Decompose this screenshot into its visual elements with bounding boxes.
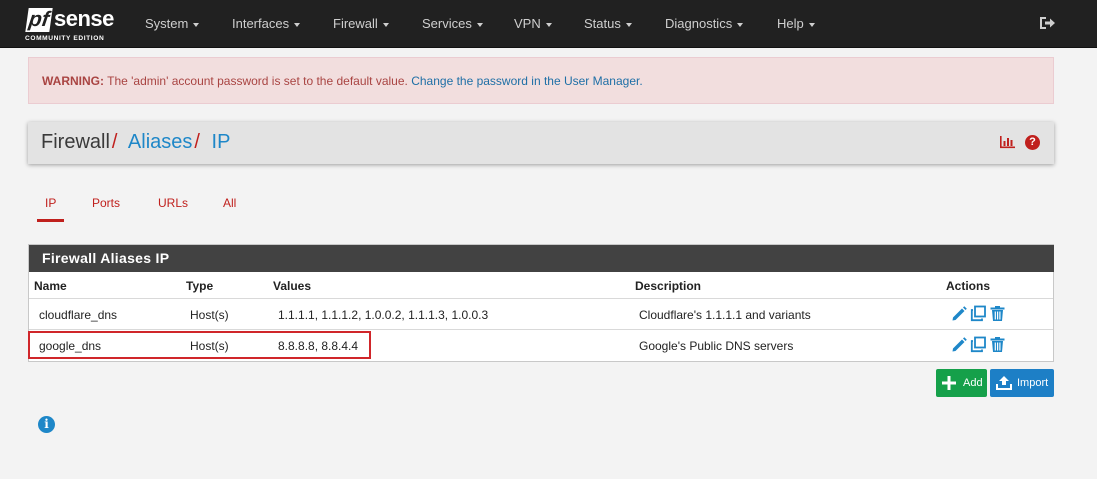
caret-down-icon	[737, 22, 744, 27]
nav-interfaces[interactable]: Interfaces	[232, 16, 301, 32]
warning-message: The 'admin' account password is set to t…	[104, 74, 412, 88]
edit-pencil-icon[interactable]	[951, 305, 968, 322]
nav-firewall[interactable]: Firewall	[333, 16, 389, 32]
table-row[interactable]: cloudflare_dns Host(s) 1.1.1.1, 1.1.1.2,…	[29, 298, 1053, 329]
logout-icon[interactable]	[1038, 14, 1056, 32]
nav-diagnostics[interactable]: Diagnostics	[665, 16, 744, 32]
row-actions	[951, 336, 1007, 354]
table-row[interactable]: google_dns Host(s) 8.8.8.8, 8.8.4.4 Goog…	[28, 329, 1053, 360]
change-password-link[interactable]: Change the password in the User Manager.	[411, 74, 642, 88]
nav-help[interactable]: Help	[777, 16, 815, 32]
nav-status[interactable]: Status	[584, 16, 632, 32]
breadcrumb-ip[interactable]: IP	[212, 131, 231, 153]
copy-icon[interactable]	[970, 305, 987, 322]
logo-sense-text: sense	[54, 6, 114, 31]
breadcrumb-separator: /	[111, 131, 118, 153]
breadcrumb-panel: Firewall / Aliases / IP ?	[28, 122, 1054, 164]
info-icon[interactable]: i	[38, 416, 55, 433]
upload-icon	[996, 376, 1012, 390]
logo-pf-text: pf	[25, 8, 53, 32]
nav-services[interactable]: Services	[422, 16, 483, 32]
warning-label: WARNING:	[42, 74, 104, 88]
tab-all[interactable]: All	[223, 187, 236, 219]
edit-pencil-icon[interactable]	[951, 336, 968, 353]
add-button-label: Add	[963, 377, 983, 389]
alias-type: Host(s)	[190, 308, 229, 322]
pfsense-logo[interactable]: pf sense COMMUNITY EDITION	[25, 5, 121, 45]
row-actions	[951, 305, 1007, 323]
caret-down-icon	[476, 22, 483, 27]
bar-chart-icon[interactable]	[999, 135, 1016, 149]
alias-name: cloudflare_dns	[39, 308, 118, 322]
alias-values: 8.8.8.8, 8.8.4.4	[278, 339, 359, 353]
column-header-type: Type	[186, 279, 214, 293]
alias-tabs: IP Ports URLs All	[28, 187, 328, 225]
breadcrumb-firewall: Firewall	[41, 131, 110, 153]
nav-vpn-label: VPN	[514, 16, 541, 31]
nav-interfaces-label: Interfaces	[232, 16, 290, 31]
breadcrumb-aliases[interactable]: Aliases	[128, 131, 192, 153]
column-header-values: Values	[273, 279, 312, 293]
nav-help-label: Help	[777, 16, 804, 31]
logo-mark: pf sense	[25, 7, 121, 33]
breadcrumb-separator: /	[194, 131, 200, 153]
aliases-table-panel: Firewall Aliases IP Name Type Values Des…	[28, 244, 1054, 362]
nav-vpn[interactable]: VPN	[514, 16, 552, 32]
help-icon[interactable]: ?	[1025, 135, 1040, 150]
plus-icon	[942, 376, 956, 390]
nav-services-label: Services	[422, 16, 472, 31]
nav-firewall-label: Firewall	[333, 16, 378, 31]
nav-diagnostics-label: Diagnostics	[665, 16, 733, 31]
tab-ports[interactable]: Ports	[92, 187, 120, 219]
caret-down-icon	[382, 22, 389, 27]
panel-title: Firewall Aliases IP	[29, 245, 1054, 272]
caret-down-icon	[193, 22, 200, 27]
logo-edition-text: COMMUNITY EDITION	[25, 35, 105, 42]
breadcrumb: Firewall / Aliases / IP	[41, 131, 230, 153]
delete-trash-icon[interactable]	[989, 305, 1006, 322]
caret-down-icon	[294, 22, 301, 27]
nav-system[interactable]: System	[145, 16, 200, 32]
alias-name: google_dns	[39, 339, 102, 353]
caret-down-icon	[545, 22, 552, 27]
add-alias-button[interactable]: Add	[936, 369, 987, 397]
import-alias-button[interactable]: Import	[990, 369, 1054, 397]
top-navbar: pf sense COMMUNITY EDITION System Interf…	[0, 0, 1097, 48]
column-header-description: Description	[635, 279, 702, 293]
column-header-name: Name	[34, 279, 67, 293]
delete-trash-icon[interactable]	[989, 336, 1006, 353]
caret-down-icon	[808, 22, 815, 27]
nav-status-label: Status	[584, 16, 621, 31]
import-button-label: Import	[1017, 377, 1049, 389]
alias-description: Cloudflare's 1.1.1.1 and variants	[639, 308, 811, 322]
column-header-actions: Actions	[946, 279, 991, 293]
alias-description: Google's Public DNS servers	[639, 339, 794, 353]
tab-ip[interactable]: IP	[37, 187, 65, 222]
tab-urls[interactable]: URLs	[158, 187, 188, 219]
copy-icon[interactable]	[970, 336, 987, 353]
default-password-warning: WARNING: The 'admin' account password is…	[28, 57, 1054, 104]
nav-system-label: System	[145, 16, 189, 31]
caret-down-icon	[625, 22, 632, 27]
alias-values: 1.1.1.1, 1.1.1.2, 1.0.0.2, 1.1.1.3, 1.0.…	[278, 308, 489, 322]
alias-type: Host(s)	[190, 339, 229, 353]
